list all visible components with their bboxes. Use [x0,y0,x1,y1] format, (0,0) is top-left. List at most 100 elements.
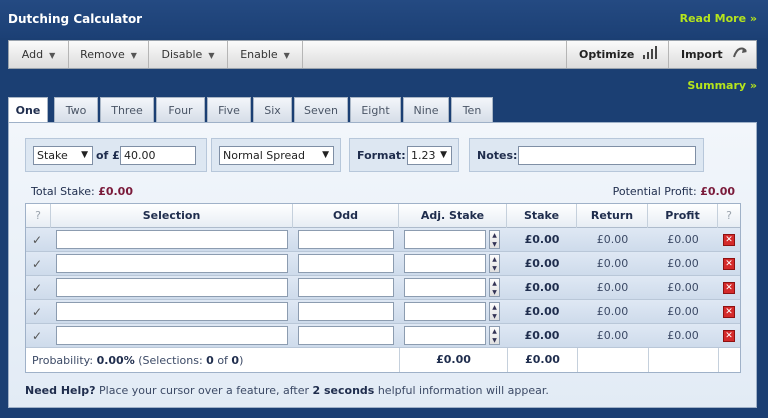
selection-input[interactable] [56,302,288,321]
add-button[interactable]: Add ▼ [9,41,69,68]
tab-five[interactable]: Five [207,97,251,122]
title-bar: Dutching Calculator Read More » [0,0,768,38]
help-lead: Need Help? [25,384,96,397]
format-select[interactable]: 1.23 ▼ [407,146,452,165]
tab-one[interactable]: One [8,97,48,124]
return-total [577,348,648,372]
notes-input[interactable] [518,146,696,165]
spin-down-icon[interactable]: ▼ [490,288,499,297]
adj-stake-input[interactable] [404,254,486,273]
check-icon[interactable]: ✓ [32,281,46,295]
signal-bars-icon [643,46,658,59]
adj-stake-input[interactable] [404,230,486,249]
odd-column-header: Odd [293,204,399,228]
mode-select-value: Stake [37,149,68,162]
summary-link[interactable]: Summary » [687,79,757,92]
profit-value: £0.00 [667,281,699,294]
check-icon[interactable]: ✓ [32,305,46,319]
stake-value: £0.00 [524,281,560,294]
adj-stake-spinner[interactable]: ▲ ▼ [489,254,500,273]
table-row: ✓ ▲ ▼ £0.00 £0.00 £0.00 ✕ [26,252,740,276]
import-button[interactable]: Import [668,41,756,68]
add-button-label: Add [21,48,44,61]
adj-stake-spinner[interactable]: ▲ ▼ [489,278,500,297]
stake-total: £0.00 [507,348,577,372]
check-icon[interactable]: ✓ [32,233,46,247]
selection-input[interactable] [56,278,288,297]
import-arrow-icon [732,47,747,58]
tab-nine[interactable]: Nine [403,97,449,122]
selection-input[interactable] [56,326,288,345]
adj-stake-input[interactable] [404,326,486,345]
read-more-link[interactable]: Read More » [680,12,757,25]
spin-down-icon[interactable]: ▼ [490,240,499,249]
enable-button[interactable]: Enable ▼ [228,41,303,68]
stake-value: £0.00 [524,329,560,342]
tab-eight[interactable]: Eight [350,97,401,122]
adj-stake-spinner[interactable]: ▲ ▼ [489,230,500,249]
delete-row-icon[interactable]: ✕ [723,306,735,318]
tab-two[interactable]: Two [54,97,98,122]
profit-value: £0.00 [667,305,699,318]
table-row: ✓ ▲ ▼ £0.00 £0.00 £0.00 ✕ [26,300,740,324]
optimize-label: Optimize [579,48,635,61]
adj-stake-input[interactable] [404,278,486,297]
selection-input[interactable] [56,254,288,273]
spin-up-icon[interactable]: ▲ [490,231,499,240]
delete-row-icon[interactable]: ✕ [723,234,735,246]
adj-stake-spinner[interactable]: ▲ ▼ [489,326,500,345]
tab-ten[interactable]: Ten [451,97,493,122]
spin-up-icon[interactable]: ▲ [490,327,499,336]
odd-input[interactable] [298,278,394,297]
help-text-1: Place your cursor over a feature, after [95,384,313,397]
profit-column-header: Profit [648,204,718,228]
return-value: £0.00 [596,305,629,318]
spin-up-icon[interactable]: ▲ [490,303,499,312]
remove-button[interactable]: Remove ▼ [69,41,149,68]
disable-button[interactable]: Disable ▼ [149,41,228,68]
check-icon[interactable]: ✓ [32,329,46,343]
notes-group: Notes: [469,138,704,172]
adj-stake-spinner[interactable]: ▲ ▼ [489,302,500,321]
delete-row-icon[interactable]: ✕ [723,330,735,342]
odd-input[interactable] [298,254,394,273]
footer-empty-cell [718,348,740,372]
help-column-header[interactable]: ? [26,204,51,228]
chevron-down-icon: ▼ [49,51,56,60]
selections-count: 0 [206,354,214,367]
spin-up-icon[interactable]: ▲ [490,255,499,264]
delete-row-icon[interactable]: ✕ [723,282,735,294]
tab-four[interactable]: Four [156,97,205,122]
spin-down-icon[interactable]: ▼ [490,312,499,321]
odd-input[interactable] [298,326,394,345]
amount-input[interactable] [120,146,196,165]
spread-select[interactable]: Normal Spread ▼ [219,146,334,165]
adj-stake-column-header: Adj. Stake [399,204,507,228]
chevron-down-icon: ▼ [208,51,215,60]
selections-table: ? Selection Odd Adj. Stake Stake Return … [25,203,741,373]
stake-value: £0.00 [524,305,560,318]
import-label: Import [681,48,723,61]
toolbar: Add ▼ Remove ▼ Disable ▼ Enable ▼ Optimize I… [8,40,757,69]
format-label: Format: [357,149,406,162]
delete-row-icon[interactable]: ✕ [723,258,735,270]
help-column-header[interactable]: ? [718,204,740,228]
check-icon[interactable]: ✓ [32,257,46,271]
selection-input[interactable] [56,230,288,249]
tab-seven[interactable]: Seven [294,97,348,122]
spin-down-icon[interactable]: ▼ [490,336,499,345]
spin-up-icon[interactable]: ▲ [490,279,499,288]
spin-down-icon[interactable]: ▼ [490,264,499,273]
adj-stake-input[interactable] [404,302,486,321]
app-title: Dutching Calculator [8,12,143,26]
tab-three[interactable]: Three [100,97,154,122]
odd-input[interactable] [298,230,394,249]
stake-group: Stake ▼ of £ [25,138,207,172]
tab-six[interactable]: Six [253,97,292,122]
odd-input[interactable] [298,302,394,321]
of-label: of £ [96,149,120,162]
potential-profit: Potential Profit: £0.00 [613,185,735,198]
optimize-button[interactable]: Optimize [566,41,668,68]
mode-select[interactable]: Stake ▼ [33,146,93,165]
notes-label: Notes: [477,149,518,162]
